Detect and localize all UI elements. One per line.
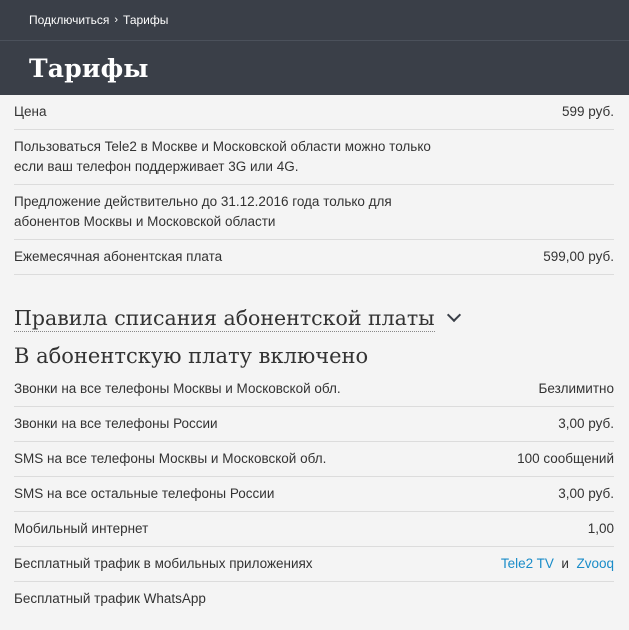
included-row-value: 1,00 (587, 521, 614, 536)
included-row-mobile-internet: Мобильный интернет 1,00 (14, 512, 614, 547)
included-row-value: 3,00 руб. (558, 486, 614, 501)
info-row-network-requirement: Пользоваться Tele2 в Москве и Московской… (14, 130, 614, 185)
rules-collapse-toggle[interactable]: Правила списания абонентской платы (14, 301, 614, 335)
breadcrumb-separator-icon: › (114, 14, 119, 26)
rules-header-label: Правила списания абонентской платы (14, 305, 435, 332)
included-row-label: Звонки на все телефоны России (14, 416, 218, 431)
breadcrumb-item-connect[interactable]: Подключиться (29, 13, 109, 27)
zvooq-link[interactable]: Zvooq (576, 556, 614, 571)
included-row-label: Бесплатный трафик в мобильных приложения… (14, 556, 313, 571)
info-row-label: Ежемесячная абонентская плата (14, 249, 223, 264)
info-row-label: Пользоваться Tele2 в Москве и Московской… (14, 139, 431, 174)
included-section-title: В абонентскую плату включено (14, 344, 369, 368)
included-row-value: 100 сообщений (517, 451, 614, 466)
info-row-offer-validity: Предложение действительно до 31.12.2016 … (14, 185, 614, 240)
breadcrumb-item-tariffs[interactable]: Тарифы (123, 13, 168, 27)
tele2-tv-link[interactable]: Tele2 TV (501, 556, 554, 571)
included-row-label: SMS на все остальные телефоны России (14, 486, 275, 501)
included-row-sms-russia: SMS на все остальные телефоны России 3,0… (14, 477, 614, 512)
included-row-value: Tele2 TV и Zvooq (491, 554, 614, 574)
included-row-label: Бесплатный трафик WhatsApp (14, 591, 206, 606)
chevron-down-icon (446, 307, 461, 323)
included-row-value: Безлимитно (538, 381, 615, 396)
page-title: Тарифы (29, 53, 149, 83)
included-row-calls-russia: Звонки на все телефоны России 3,00 руб. (14, 407, 614, 442)
info-row-value: 599,00 руб. (543, 249, 614, 264)
conjunction-text: и (557, 556, 573, 571)
included-row-label: Мобильный интернет (14, 521, 149, 536)
included-row-sms-moscow: SMS на все телефоны Москвы и Московской … (14, 442, 614, 477)
included-row-calls-moscow: Звонки на все телефоны Москвы и Московск… (14, 372, 614, 407)
info-row-value: 599 руб. (561, 104, 614, 119)
info-row-label: Предложение действительно до 31.12.2016 … (14, 194, 392, 229)
tariff-content: Цена 599 руб. Пользоваться Tele2 в Москв… (0, 95, 629, 616)
page-header: Тарифы (0, 40, 629, 95)
included-row-free-app-traffic: Бесплатный трафик в мобильных приложения… (14, 547, 614, 582)
included-row-label: SMS на все телефоны Москвы и Московской … (14, 451, 327, 466)
info-row-price: Цена 599 руб. (14, 95, 614, 130)
info-row-label: Цена (14, 104, 47, 119)
included-row-label: Звонки на все телефоны Москвы и Московск… (14, 381, 341, 396)
included-row-whatsapp-traffic: Бесплатный трафик WhatsApp (14, 582, 614, 616)
included-row-value: 3,00 руб. (558, 416, 614, 431)
breadcrumb: Подключиться › Тарифы (0, 0, 629, 40)
info-row-monthly-fee: Ежемесячная абонентская плата 599,00 руб… (14, 240, 614, 275)
